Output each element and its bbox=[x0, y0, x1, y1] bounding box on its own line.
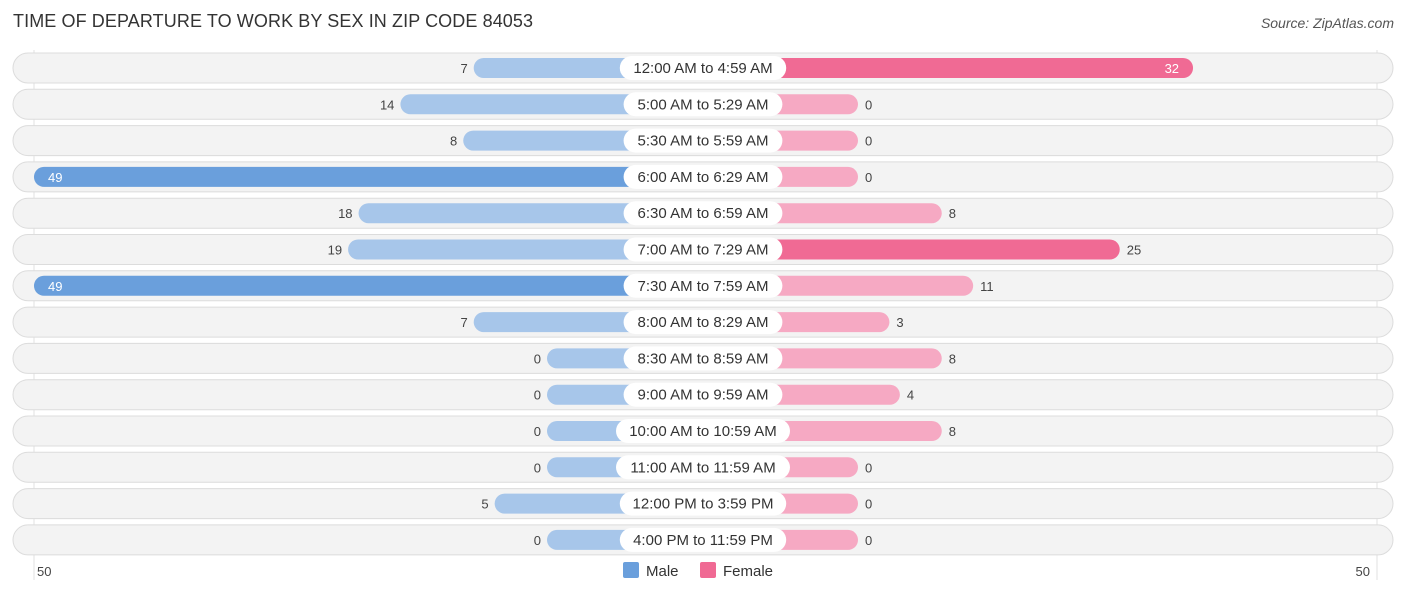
category-label: 12:00 PM to 3:59 PM bbox=[633, 496, 774, 513]
chart-row: 4:00 PM to 11:59 PM 0 0 bbox=[12, 524, 1394, 556]
chart-row: 7:30 AM to 7:59 AM 49 11 bbox=[12, 270, 1394, 302]
chart-row: 10:00 AM to 10:59 AM 0 8 bbox=[12, 415, 1394, 447]
chart-row: 12:00 PM to 3:59 PM 5 0 bbox=[12, 488, 1394, 520]
legend-swatch-male bbox=[623, 562, 639, 578]
category-label: 11:00 AM to 11:59 AM bbox=[630, 459, 775, 476]
value-label-female: 11 bbox=[980, 279, 994, 294]
chart-row: 6:00 AM to 6:29 AM 49 0 bbox=[12, 161, 1394, 193]
value-label-male: 49 bbox=[48, 170, 62, 185]
category-label: 5:30 AM to 5:59 AM bbox=[638, 133, 769, 150]
value-label-female: 0 bbox=[865, 533, 872, 548]
legend: Male Female bbox=[623, 562, 773, 580]
chart-row: 12:00 AM to 4:59 AM 7 32 bbox=[12, 52, 1394, 84]
value-label-female: 0 bbox=[865, 134, 872, 149]
value-label-female: 32 bbox=[1165, 61, 1179, 76]
value-label-female: 0 bbox=[865, 97, 872, 112]
bar-male bbox=[33, 166, 714, 187]
category-label: 4:00 PM to 11:59 PM bbox=[633, 532, 773, 549]
value-label-male: 8 bbox=[450, 134, 457, 149]
category-label: 6:00 AM to 6:29 AM bbox=[638, 169, 769, 186]
value-label-male: 0 bbox=[534, 460, 541, 475]
chart-row: 8:30 AM to 8:59 AM 0 8 bbox=[12, 342, 1394, 374]
category-label: 9:00 AM to 9:59 AM bbox=[638, 387, 769, 404]
value-label-female: 0 bbox=[865, 170, 872, 185]
legend-label-female: Female bbox=[723, 563, 773, 580]
category-label: 10:00 AM to 10:59 AM bbox=[629, 423, 777, 440]
value-label-male: 19 bbox=[328, 243, 342, 258]
value-label-female: 8 bbox=[949, 424, 956, 439]
category-label: 5:00 AM to 5:29 AM bbox=[638, 96, 769, 113]
legend-swatch-female bbox=[700, 562, 716, 578]
chart-row: 6:30 AM to 6:59 AM 18 8 bbox=[12, 197, 1394, 229]
axis-label-left: 50 bbox=[37, 564, 51, 579]
category-label: 8:00 AM to 8:29 AM bbox=[638, 314, 769, 331]
chart-row: 5:00 AM to 5:29 AM 14 0 bbox=[12, 88, 1394, 120]
chart-row: 11:00 AM to 11:59 AM 0 0 bbox=[12, 451, 1394, 483]
value-label-female: 0 bbox=[865, 497, 872, 512]
chart-row: 8:00 AM to 8:29 AM 7 3 bbox=[12, 306, 1394, 338]
value-label-male: 0 bbox=[534, 533, 541, 548]
value-label-female: 3 bbox=[896, 315, 903, 330]
value-label-male: 0 bbox=[534, 388, 541, 403]
value-label-female: 0 bbox=[865, 460, 872, 475]
value-label-male: 5 bbox=[481, 497, 488, 512]
value-label-male: 0 bbox=[534, 351, 541, 366]
value-label-male: 18 bbox=[338, 206, 352, 221]
chart-row: 7:00 AM to 7:29 AM 19 25 bbox=[12, 234, 1394, 265]
value-label-male: 7 bbox=[460, 315, 467, 330]
chart-row: 5:30 AM to 5:59 AM 8 0 bbox=[12, 125, 1394, 157]
bar-male bbox=[33, 275, 714, 296]
chart-row: 9:00 AM to 9:59 AM 0 4 bbox=[12, 379, 1394, 411]
value-label-female: 8 bbox=[949, 351, 956, 366]
value-label-female: 4 bbox=[907, 388, 914, 403]
value-label-male: 49 bbox=[48, 279, 62, 294]
category-label: 7:30 AM to 7:59 AM bbox=[638, 278, 769, 295]
value-label-male: 7 bbox=[460, 61, 467, 76]
axis-label-right: 50 bbox=[1356, 564, 1370, 579]
value-label-male: 14 bbox=[380, 97, 394, 112]
value-label-female: 25 bbox=[1127, 243, 1141, 258]
category-label: 12:00 AM to 4:59 AM bbox=[633, 60, 772, 77]
value-label-female: 8 bbox=[949, 206, 956, 221]
category-label: 6:30 AM to 6:59 AM bbox=[638, 205, 769, 222]
category-label: 8:30 AM to 8:59 AM bbox=[638, 350, 769, 367]
value-label-male: 0 bbox=[534, 424, 541, 439]
legend-label-male: Male bbox=[646, 563, 679, 580]
chart-canvas: 12:00 AM to 4:59 AM 7 32 5:00 AM to 5:29 AM… bbox=[12, 50, 1394, 580]
category-label: 7:00 AM to 7:29 AM bbox=[638, 242, 769, 259]
